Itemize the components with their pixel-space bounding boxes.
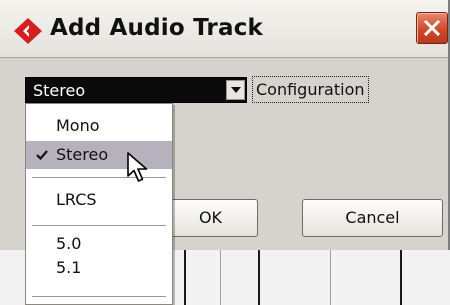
grid-line [220, 250, 221, 305]
grid-line [400, 250, 402, 305]
menu-item-lrcs[interactable]: LRCS [26, 186, 172, 214]
grid-line [258, 250, 260, 305]
grid-line [184, 250, 186, 305]
configuration-selected-value: Stereo [33, 81, 86, 100]
title-bar: Add Audio Track [0, 0, 448, 58]
grid-line [330, 250, 331, 305]
menu-item-label: Stereo [56, 145, 109, 164]
menu-separator [32, 296, 166, 297]
configuration-select[interactable]: Stereo [25, 77, 247, 103]
ok-button[interactable]: OK [163, 199, 258, 237]
checkmark-icon [36, 150, 48, 160]
cancel-button[interactable]: Cancel [302, 199, 443, 237]
close-icon [423, 19, 441, 37]
app-logo-icon [13, 17, 43, 45]
configuration-label: Configuration [252, 76, 369, 103]
chevron-down-icon [231, 87, 241, 93]
window-title: Add Audio Track [50, 15, 264, 41]
menu-item-label: LRCS [56, 190, 97, 209]
menu-separator [32, 225, 166, 226]
dropdown-arrow-button[interactable] [226, 80, 245, 100]
mouse-pointer-icon [127, 152, 153, 188]
configuration-dropdown-menu: Mono Stereo LRCS 5.0 5.1 [25, 103, 173, 305]
menu-item-mono[interactable]: Mono [26, 112, 172, 140]
menu-item-label: Mono [56, 116, 100, 135]
menu-item-5-1[interactable]: 5.1 [26, 254, 172, 282]
close-button[interactable] [416, 12, 448, 44]
menu-item-label: 5.1 [56, 258, 82, 277]
